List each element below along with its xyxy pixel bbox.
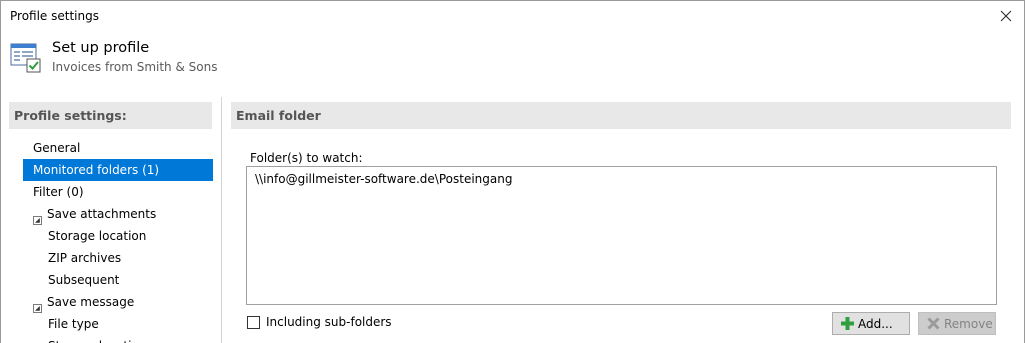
sidebar-item-label: Save attachments — [47, 207, 157, 221]
sidebar-item-label: Filter (0) — [33, 185, 84, 199]
add-folder-button[interactable]: Add... — [832, 312, 910, 335]
folder-list[interactable]: \\info@gillmeister-software.de\Posteinga… — [246, 166, 997, 305]
sidebar-item-label: Storage location — [48, 335, 146, 343]
settings-sidebar: Profile settings: General Monitored folde… — [9, 102, 214, 343]
collapse-icon[interactable] — [33, 298, 42, 313]
sidebar-item[interactable]: Subsequent — [23, 269, 213, 291]
remove-x-icon — [927, 317, 940, 330]
include-subfolders-checkbox[interactable] — [247, 316, 260, 329]
panel-heading-band: Email folder — [231, 102, 1011, 129]
profile-settings-icon — [10, 42, 42, 74]
settings-tree: General Monitored folders (1) Filter (0) Sa… — [23, 137, 213, 343]
sidebar-item[interactable]: General — [23, 137, 213, 159]
sidebar-item-label: Monitored folders (1) — [33, 163, 160, 177]
sidebar-item-label: General — [33, 141, 81, 155]
title-bar: Profile settings — [1, 1, 1024, 31]
profile-settings-window: Profile settings Set up profile Invoices… — [0, 0, 1025, 343]
sidebar-item-label: File type — [48, 317, 99, 331]
header-title: Set up profile — [52, 40, 150, 56]
remove-folder-button[interactable]: Remove — [918, 312, 996, 335]
close-button[interactable] — [996, 6, 1016, 26]
panel-divider — [221, 97, 222, 343]
add-button-label: Add... — [858, 317, 893, 331]
header-subtitle: Invoices from Smith & Sons — [52, 60, 218, 74]
sidebar-item[interactable]: Storage location — [23, 335, 213, 343]
window-title: Profile settings — [10, 9, 99, 23]
folder-list-item[interactable]: \\info@gillmeister-software.de\Posteinga… — [255, 172, 512, 186]
sidebar-item[interactable]: ZIP archives — [23, 247, 213, 269]
folders-to-watch-label: Folder(s) to watch: — [250, 151, 363, 165]
close-icon — [1000, 10, 1012, 22]
collapse-icon[interactable] — [33, 210, 42, 225]
sidebar-item-label: Subsequent — [48, 273, 120, 287]
sidebar-item-label: ZIP archives — [48, 251, 122, 265]
include-subfolders-label[interactable]: Including sub-folders — [266, 315, 392, 329]
sidebar-item-label: Storage location — [48, 229, 147, 243]
panel-heading: Email folder — [236, 108, 321, 123]
sidebar-item[interactable]: Save message — [23, 291, 213, 313]
plus-icon — [841, 317, 854, 330]
sidebar-heading-band: Profile settings: — [9, 102, 212, 129]
sidebar-item-label: Save message — [47, 295, 135, 309]
dialog-header: Set up profile Invoices from Smith & Son… — [1, 31, 1024, 85]
sidebar-item[interactable]: Filter (0) — [23, 181, 213, 203]
sidebar-item[interactable]: Save attachments — [23, 203, 213, 225]
remove-button-label: Remove — [944, 317, 993, 331]
sidebar-heading: Profile settings: — [14, 108, 127, 123]
sidebar-item[interactable]: Storage location — [23, 225, 213, 247]
sidebar-item[interactable]: Monitored folders (1) — [23, 159, 213, 181]
sidebar-item[interactable]: File type — [23, 313, 213, 335]
